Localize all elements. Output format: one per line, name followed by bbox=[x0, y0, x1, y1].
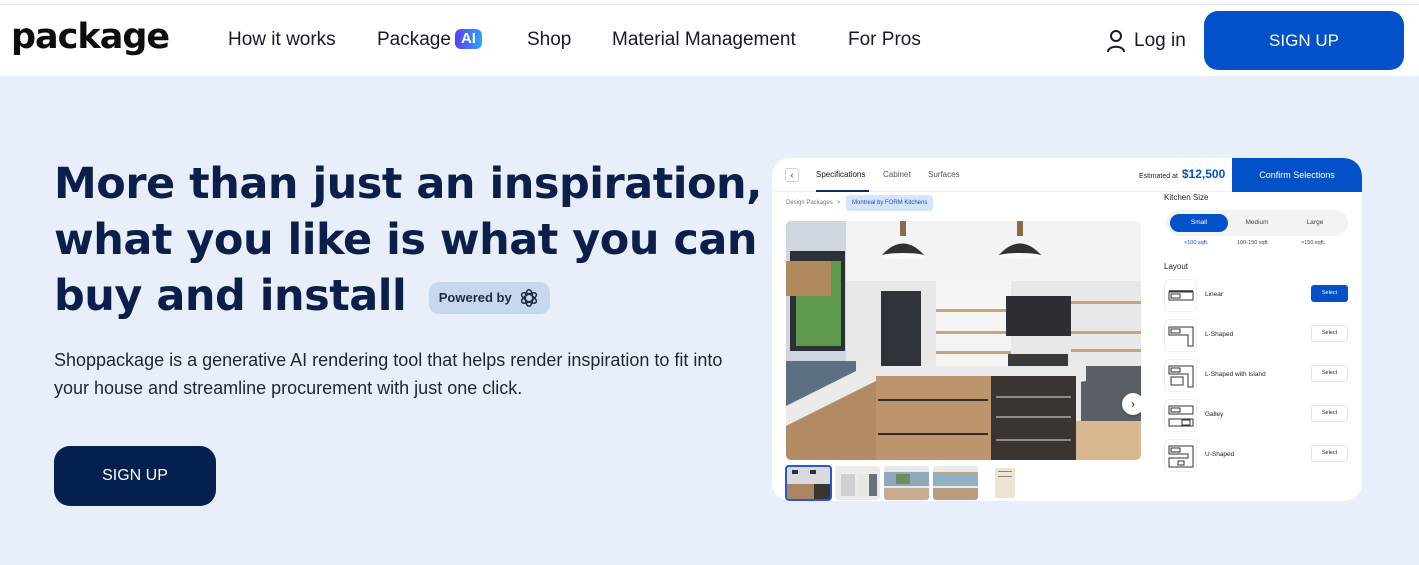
nav-how-it-works[interactable]: How it works bbox=[228, 29, 336, 51]
user-icon bbox=[1107, 30, 1125, 53]
thumbnail-image bbox=[786, 466, 831, 500]
chevron-right-icon: › bbox=[1131, 397, 1135, 411]
tab-cabinet[interactable]: Cabinet bbox=[883, 170, 911, 179]
active-tab-indicator bbox=[816, 190, 869, 192]
hero-signup-button[interactable]: SIGN UP bbox=[54, 446, 216, 506]
login-label: Log in bbox=[1134, 30, 1186, 51]
thumbnail-4[interactable] bbox=[933, 466, 978, 500]
back-button[interactable]: ‹ bbox=[785, 168, 799, 182]
layout-item-l-shaped-island: L-Shaped with Island Select bbox=[1164, 359, 1354, 393]
hero-description: Shoppackage is a generative AI rendering… bbox=[54, 350, 723, 398]
chevron-left-icon: ‹ bbox=[790, 170, 794, 180]
login-link[interactable]: Log in bbox=[1106, 29, 1186, 53]
select-l-shaped-button[interactable]: Select bbox=[1311, 325, 1348, 342]
headline-line-3: buy and install bbox=[54, 271, 407, 321]
breadcrumb-separator: > bbox=[837, 200, 841, 206]
kitchen-size-toggle: Small Medium Large bbox=[1166, 210, 1348, 236]
thumbnail-image bbox=[835, 466, 880, 500]
size-option-medium[interactable]: Medium bbox=[1228, 214, 1286, 232]
logo[interactable]: package bbox=[11, 17, 170, 57]
select-l-shaped-island-button[interactable]: Select bbox=[1311, 365, 1348, 382]
site-header: package How it works Package AI Shop Mate… bbox=[0, 5, 1419, 76]
breadcrumb-current: Montreal by FORM Kitchens bbox=[846, 195, 934, 211]
estimate-label: Estimated at bbox=[1139, 173, 1178, 180]
hero-headline: More than just an inspiration, what you … bbox=[54, 156, 774, 324]
layout-label: Linear bbox=[1205, 291, 1224, 298]
galley-layout-icon bbox=[1164, 399, 1197, 432]
product-preview-card: ‹ Specifications Cabinet Surfaces Estima… bbox=[772, 158, 1362, 501]
layout-label: Galley bbox=[1205, 411, 1224, 418]
thumbnail-1[interactable] bbox=[785, 465, 832, 501]
size-option-small[interactable]: Small bbox=[1170, 214, 1228, 232]
powered-by-badge: Powered by bbox=[428, 282, 550, 314]
u-shaped-layout-icon bbox=[1164, 439, 1197, 472]
thumbnail-image bbox=[933, 466, 978, 500]
size-large-range: >150 sqft. bbox=[1301, 240, 1326, 246]
nav-shop[interactable]: Shop bbox=[527, 29, 571, 51]
thumbnail-5[interactable] bbox=[982, 466, 1027, 500]
nav-for-pros[interactable]: For Pros bbox=[848, 29, 921, 51]
nav-package-label: Package bbox=[377, 29, 451, 50]
headline-line-2: what you like is what you can bbox=[54, 215, 758, 265]
select-galley-button[interactable]: Select bbox=[1311, 405, 1348, 422]
l-shaped-layout-icon bbox=[1164, 319, 1197, 352]
tab-specifications[interactable]: Specifications bbox=[816, 170, 865, 179]
layout-item-linear: Linear Select bbox=[1164, 279, 1354, 313]
select-linear-button[interactable]: Select bbox=[1311, 285, 1348, 302]
select-u-shaped-button[interactable]: Select bbox=[1311, 445, 1348, 462]
headline-line-1: More than just an inspiration, bbox=[54, 159, 762, 209]
layout-label: L-Shaped with Island bbox=[1205, 371, 1266, 378]
size-option-large[interactable]: Large bbox=[1286, 214, 1344, 232]
kitchen-render-illustration bbox=[786, 221, 1141, 460]
layout-item-u-shaped: U-Shaped Select bbox=[1164, 439, 1354, 473]
tab-surfaces[interactable]: Surfaces bbox=[928, 170, 960, 179]
layout-label: U-Shaped bbox=[1205, 451, 1235, 458]
confirm-selections-button[interactable]: Confirm Selections bbox=[1232, 158, 1362, 192]
ai-badge: AI bbox=[454, 29, 482, 49]
nav-material-management[interactable]: Material Management bbox=[612, 29, 796, 51]
breadcrumb-design-packages[interactable]: Design Packages bbox=[786, 200, 833, 206]
kitchen-size-heading: Kitchen Size bbox=[1164, 193, 1209, 202]
size-small-range: <100 sqft. bbox=[1184, 240, 1209, 246]
l-shaped-island-layout-icon bbox=[1164, 359, 1197, 392]
thumbnail-image bbox=[982, 466, 1027, 500]
openai-logo-icon bbox=[520, 289, 537, 307]
estimate: Estimated at $12,500 bbox=[1139, 167, 1225, 181]
powered-by-label: Powered by bbox=[438, 290, 512, 305]
thumbnail-2[interactable] bbox=[835, 466, 880, 500]
layout-item-galley: Galley Select bbox=[1164, 399, 1354, 433]
linear-layout-icon bbox=[1164, 279, 1197, 312]
layout-heading: Layout bbox=[1164, 262, 1189, 271]
header-signup-button[interactable]: SIGN UP bbox=[1204, 11, 1404, 70]
size-medium-range: 100-150 sqft. bbox=[1237, 240, 1270, 246]
nav-package-ai[interactable]: Package AI bbox=[377, 29, 482, 51]
estimate-value: $12,500 bbox=[1181, 167, 1226, 181]
next-image-button[interactable]: › bbox=[1122, 393, 1141, 415]
thumbnail-image bbox=[884, 466, 929, 500]
thumbnail-strip bbox=[785, 465, 1027, 501]
kitchen-render-image: › bbox=[786, 221, 1141, 460]
layout-label: L-Shaped bbox=[1205, 331, 1234, 338]
preview-topbar: ‹ Specifications Cabinet Surfaces Estima… bbox=[772, 158, 1232, 192]
layout-item-l-shaped: L-Shaped Select bbox=[1164, 319, 1354, 353]
thumbnail-3[interactable] bbox=[884, 466, 929, 500]
